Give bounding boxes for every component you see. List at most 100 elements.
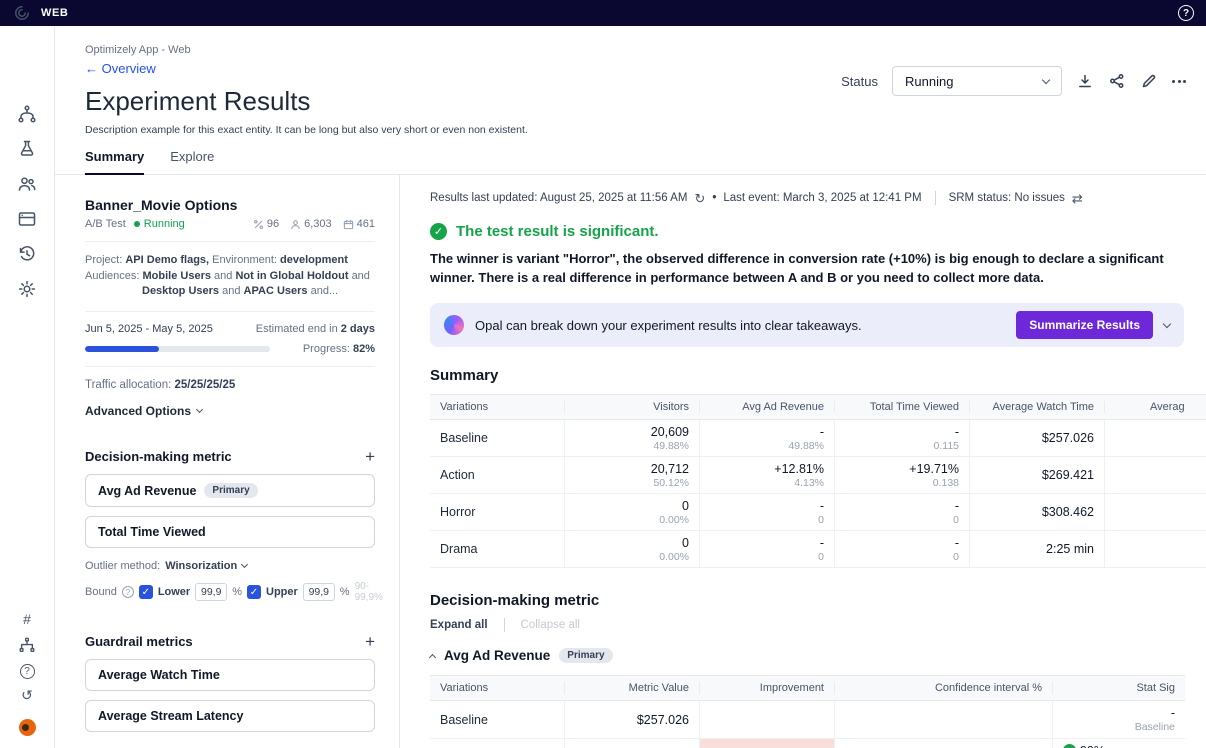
bound-range-hint: 90-99,9% <box>355 581 383 603</box>
page-description: Description example for this exact entit… <box>85 124 1186 136</box>
share-icon[interactable] <box>1108 72 1126 90</box>
experiment-type: A/B Test <box>85 218 126 230</box>
tab-summary[interactable]: Summary <box>85 149 144 175</box>
table-row-action[interactable]: Action 20,71250.12% +12.81%4.13% +19.71%… <box>430 457 1206 494</box>
results-panel: Results last updated: August 25, 2025 at… <box>400 175 1206 748</box>
metric-card-total-time-viewed[interactable]: Total Time Viewed <box>85 516 375 548</box>
help-icon[interactable]: ? <box>1178 5 1194 21</box>
optimizely-logo-icon <box>12 3 32 23</box>
status-select[interactable]: Running <box>892 66 1062 96</box>
optimizely-orange-logo[interactable] <box>19 719 36 736</box>
collapse-all-link[interactable]: Collapse all <box>521 619 580 631</box>
project-info: Project: API Demo flags, Environment: de… <box>85 253 375 269</box>
opal-text: Opal can break down your experiment resu… <box>475 318 862 333</box>
edit-pencil-icon[interactable] <box>1140 72 1158 90</box>
experiment-panel: Banner_Movie Options A/B Test Running 96 <box>55 175 400 748</box>
opal-banner: Opal can break down your experiment resu… <box>430 303 1184 347</box>
sidebar: # ? ↺ <box>0 26 55 748</box>
metric-card-average-stream-latency[interactable]: Average Stream Latency <box>85 700 375 732</box>
decision-table: Variations Metric Value Improvement Conf… <box>430 675 1185 748</box>
undo-icon[interactable]: ↺ <box>21 688 33 702</box>
table-row-baseline[interactable]: Baseline $257.026 -Baseline <box>430 701 1185 739</box>
tab-bar: Summary Explore <box>85 149 1186 174</box>
decision-table-header: Variations Metric Value Improvement Conf… <box>430 675 1185 701</box>
advanced-options-toggle[interactable]: Advanced Options <box>85 404 375 418</box>
primary-badge: Primary <box>559 648 612 663</box>
page-header: Optimizely App - Web ← Overview Experime… <box>55 26 1206 175</box>
back-overview-link[interactable]: ← Overview <box>85 61 156 76</box>
srm-status-text: SRM status: No issues <box>949 192 1065 204</box>
progress-label: Progress: 82% <box>303 343 375 355</box>
refresh-icon[interactable]: ↻ <box>694 192 705 205</box>
window-icon[interactable] <box>17 209 37 229</box>
metric-section-header[interactable]: Avg Ad Revenue Primary <box>430 648 1206 663</box>
improvement-bar-cell <box>700 739 835 748</box>
summarize-results-button[interactable]: Summarize Results <box>1016 311 1153 339</box>
settings-gear-icon[interactable] <box>17 279 37 299</box>
table-row-horror[interactable]: Horror 00.00% -0 -0 $308.462 <box>430 494 1206 531</box>
flask-icon[interactable] <box>17 139 37 159</box>
divider <box>504 618 505 632</box>
experiment-name: Banner_Movie Options <box>85 197 375 213</box>
bound-settings-row: Bound ? ✓ Lower 99,9 % ✓ Upper 99,9 % 90… <box>85 581 375 603</box>
chevron-down-icon <box>196 406 203 413</box>
breadcrumb: Optimizely App - Web <box>85 44 1186 56</box>
summary-heading: Summary <box>430 367 1206 384</box>
status-badge: Running <box>134 218 185 230</box>
hash-icon[interactable]: # <box>23 612 31 626</box>
summary-table: Variations Visitors Avg Ad Revenue Total… <box>430 394 1206 568</box>
download-icon[interactable] <box>1076 72 1094 90</box>
chevron-up-icon <box>429 653 436 660</box>
topbar-brand: WEB <box>41 7 68 19</box>
chevron-down-icon <box>1042 75 1050 83</box>
add-guardrail-button[interactable]: + <box>365 633 375 650</box>
help-circle-icon[interactable]: ? <box>20 664 35 679</box>
audiences-info: Audiences: Mobile Users and Not in Globa… <box>85 269 375 285</box>
add-metric-button[interactable]: + <box>365 448 375 465</box>
calendar-icon <box>343 219 354 230</box>
summary-table-header: Variations Visitors Avg Ad Revenue Total… <box>430 394 1206 420</box>
tab-explore[interactable]: Explore <box>170 149 214 174</box>
table-row-partial[interactable]: ✓ 99% <box>430 739 1185 748</box>
guardrail-heading: Guardrail metrics <box>85 634 193 649</box>
metric-card-avg-ad-revenue[interactable]: Avg Ad Revenue Primary <box>85 474 375 507</box>
check-circle-icon: ✓ <box>430 223 447 240</box>
significance-title: The test result is significant. <box>456 223 659 240</box>
opal-logo-icon <box>444 315 464 335</box>
last-updated-text: Results last updated: August 25, 2025 at… <box>430 192 687 204</box>
flow-icon[interactable] <box>17 104 37 124</box>
table-row-drama[interactable]: Drama 00.00% -0 -0 2:25 min <box>430 531 1206 568</box>
outlier-method-row[interactable]: Outlier method: Winsorization <box>85 560 375 572</box>
srm-refresh-icon[interactable]: ⇄ <box>1072 192 1083 205</box>
more-options-icon[interactable] <box>1172 80 1186 83</box>
status-dot-icon <box>134 221 140 227</box>
sitemap-icon[interactable] <box>17 635 37 655</box>
users-icon[interactable] <box>17 174 37 194</box>
metric-card-average-watch-time[interactable]: Average Watch Time <box>85 659 375 691</box>
divider <box>935 191 936 205</box>
status-label: Status <box>841 74 878 89</box>
lower-bound-checkbox[interactable]: ✓ <box>139 585 153 599</box>
chevron-down-icon[interactable] <box>1163 319 1171 327</box>
expand-all-link[interactable]: Expand all <box>430 619 488 631</box>
stat-sig-check-icon: ✓ <box>1063 744 1076 748</box>
lower-bound-input[interactable]: 99,9 <box>195 583 227 601</box>
audiences-info-line2: Desktop Users and APAC Users and... <box>142 284 375 300</box>
date-range: Jun 5, 2025 - May 5, 2025 <box>85 323 213 335</box>
significance-body: The winner is variant "Horror", the obse… <box>430 249 1186 287</box>
table-row-baseline[interactable]: Baseline 20,60949.88% -49.88% -0.115 $25… <box>430 420 1206 457</box>
last-event-text: Last event: March 3, 2025 at 12:41 PM <box>723 192 921 204</box>
estimated-end: Estimated end in 2 days <box>256 323 375 335</box>
decision-metric-heading: Decision-making metric <box>430 592 1206 609</box>
results-meta-row: Results last updated: August 25, 2025 at… <box>430 191 1206 205</box>
upper-bound-input[interactable]: 99,9 <box>303 583 335 601</box>
history-icon[interactable] <box>17 244 37 264</box>
traffic-allocation: Traffic allocation: 25/25/25/25 <box>85 378 375 394</box>
status-value: Running <box>905 74 953 89</box>
days-stat: 461 <box>343 218 375 230</box>
upper-bound-checkbox[interactable]: ✓ <box>247 585 261 599</box>
info-icon[interactable]: ? <box>122 586 134 598</box>
topbar: WEB ? <box>0 0 1206 26</box>
header-controls: Status Running <box>841 66 1186 96</box>
percent-icon <box>253 219 264 230</box>
